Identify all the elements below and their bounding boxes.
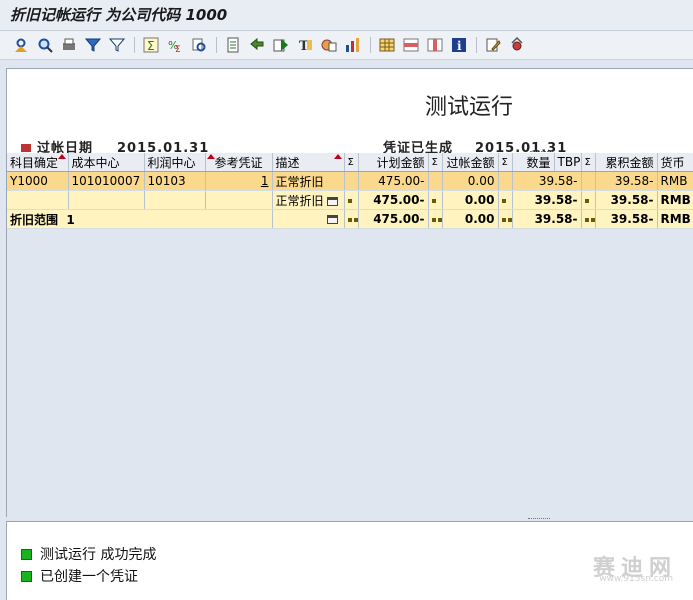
cell-currency: RMB <box>657 171 693 191</box>
message-text: 已创建一个凭证 <box>40 569 138 585</box>
filter-icon[interactable] <box>84 36 102 54</box>
cell-planned-amount: 475.00- <box>358 190 429 210</box>
alv-grid: 科目确定 成本中心 利润中心 参考凭证 描述 Σ 计划金额 Σ 过帐金额 Σ 数… <box>6 153 693 517</box>
message-panel: 测试运行 成功完成 已创建一个凭证 <box>6 521 693 600</box>
toolbar-separator <box>134 37 135 53</box>
edit-icon[interactable] <box>484 36 502 54</box>
sum-icon[interactable]: Σ <box>142 36 160 54</box>
sum-marker-cum: Σ <box>581 153 596 172</box>
subtotal-marker-icon <box>501 198 506 203</box>
cell-profit-center: 10103 <box>144 171 206 191</box>
watermark-url: www.915sn.com <box>599 574 673 584</box>
cell-posted-amount: 0.00 <box>442 171 499 191</box>
col-header-ref-doc[interactable]: 参考凭证 <box>205 153 273 172</box>
status-green-icon <box>21 548 32 560</box>
svg-text:i: i <box>457 39 462 53</box>
magnify-icon[interactable] <box>190 36 208 54</box>
col-header-posted-amount[interactable]: 过帐金额 <box>442 153 499 172</box>
cell-ref-doc-link[interactable]: 1 <box>205 171 273 191</box>
toolbar-separator <box>476 37 477 53</box>
col-header-planned-amount[interactable]: 计划金额 <box>358 153 429 172</box>
col-header-quantity[interactable]: 数量 <box>512 153 555 172</box>
total-marker-icon <box>501 217 506 222</box>
table-header-row: 科目确定 成本中心 利润中心 参考凭证 描述 Σ 计划金额 Σ 过帐金额 Σ 数… <box>7 153 693 172</box>
cell-posted-amount: 0.00 <box>442 209 499 229</box>
cell-cumulative-amount: 39.58- <box>595 209 658 229</box>
table-row[interactable]: 折旧范围 1 475.00- 0.00 39.58- 39.58- RMB <box>7 209 693 229</box>
info-icon[interactable]: i <box>450 36 468 54</box>
grid-select-icon[interactable] <box>402 36 420 54</box>
cell-description: 正常折旧 <box>272 190 345 210</box>
posting-date-icon <box>21 144 31 152</box>
cell-account: Y1000 <box>7 171 69 191</box>
table-row[interactable]: 正常折旧 475.00- 0.00 39.58- 39.58- RMB <box>7 190 693 210</box>
cell-currency: RMB <box>657 209 693 229</box>
message-line: 测试运行 成功完成 <box>21 544 156 564</box>
select-detail-icon[interactable] <box>12 36 30 54</box>
back-arrow-icon[interactable] <box>248 36 266 54</box>
grid-change-icon[interactable] <box>426 36 444 54</box>
export-icon[interactable] <box>224 36 242 54</box>
message-line: 已创建一个凭证 <box>21 566 138 586</box>
cell-quantity: 39.58- <box>512 209 582 229</box>
text-icon[interactable]: T <box>296 36 314 54</box>
find-icon[interactable] <box>36 36 54 54</box>
sum-marker-qty: Σ <box>498 153 513 172</box>
sum-marker-posted: Σ <box>428 153 443 172</box>
funnel-icon[interactable] <box>108 36 126 54</box>
svg-text:Σ: Σ <box>147 39 155 53</box>
total-marker-icon <box>431 217 436 222</box>
col-header-cost-center[interactable]: 成本中心 <box>68 153 145 172</box>
status-green-icon <box>21 570 32 582</box>
application-toolbar: Σ % Σ T i <box>0 31 693 60</box>
svg-text:Σ: Σ <box>175 45 181 53</box>
col-header-account[interactable]: 科目确定 <box>7 153 69 172</box>
grid-icon[interactable] <box>378 36 396 54</box>
depreciation-table: 科目确定 成本中心 利润中心 参考凭证 描述 Σ 计划金额 Σ 过帐金额 Σ 数… <box>7 153 693 229</box>
layout-icon[interactable] <box>320 36 338 54</box>
sum-marker-planned: Σ <box>344 153 359 172</box>
subtotal-marker-icon <box>431 198 436 203</box>
title-bar: 折旧记帐运行 为公司代码 1000 <box>0 0 693 31</box>
cell-quantity: 39.58- <box>512 190 582 210</box>
table-row[interactable]: Y1000 101010007 10103 1 正常折旧 475.00- 0.0… <box>7 171 693 191</box>
total-marker-icon <box>347 217 352 222</box>
cell-cost-center: 101010007 <box>68 171 145 191</box>
cell-planned-amount: 475.00- <box>358 171 429 191</box>
cell-currency: RMB <box>657 190 693 210</box>
cell-total-label: 折旧范围 1 <box>7 209 273 229</box>
col-header-cumulative-amount[interactable]: 累积金额 <box>595 153 658 172</box>
col-header-description[interactable]: 描述 <box>272 153 345 172</box>
cell-cumulative-amount: 39.58- <box>595 190 658 210</box>
chart-icon[interactable] <box>344 36 362 54</box>
sort-indicator-icon <box>57 154 66 159</box>
print-icon[interactable] <box>60 36 78 54</box>
col-header-profit-center[interactable]: 利润中心 <box>144 153 206 172</box>
cell-cumulative-amount: 39.58- <box>595 171 658 191</box>
subtotal-marker-icon <box>347 198 352 203</box>
message-text: 测试运行 成功完成 <box>40 547 157 563</box>
report-heading: 测试运行 <box>425 95 514 120</box>
subtotal-marker-icon <box>584 198 589 203</box>
settings-icon[interactable] <box>508 36 526 54</box>
header-left-line: 过帐日期 2015.01.31 <box>21 137 209 153</box>
toolbar-separator <box>216 37 217 53</box>
toolbar-separator <box>370 37 371 53</box>
sort-indicator-icon <box>333 154 342 159</box>
print-icon[interactable] <box>327 196 339 206</box>
cell-description: 正常折旧 <box>272 171 345 191</box>
col-header-currency[interactable]: 货币 <box>657 153 693 172</box>
col-header-unit[interactable]: TBP <box>554 153 582 172</box>
sort-indicator-icon <box>206 154 215 159</box>
print-icon[interactable] <box>326 215 338 224</box>
report-header-panel: 测试运行 过帐日期 2015.01.31 凭证已生成 2015.01.31 <box>6 68 693 154</box>
total-marker-icon <box>584 217 589 222</box>
window-title: 折旧记帐运行 为公司代码 1000 <box>10 6 228 24</box>
cell-posted-amount: 0.00 <box>442 190 499 210</box>
cell-quantity: 39.58- <box>512 171 582 191</box>
subtotal-icon[interactable]: % Σ <box>166 36 184 54</box>
choose-icon[interactable] <box>272 36 290 54</box>
cell-planned-amount: 475.00- <box>358 209 429 229</box>
